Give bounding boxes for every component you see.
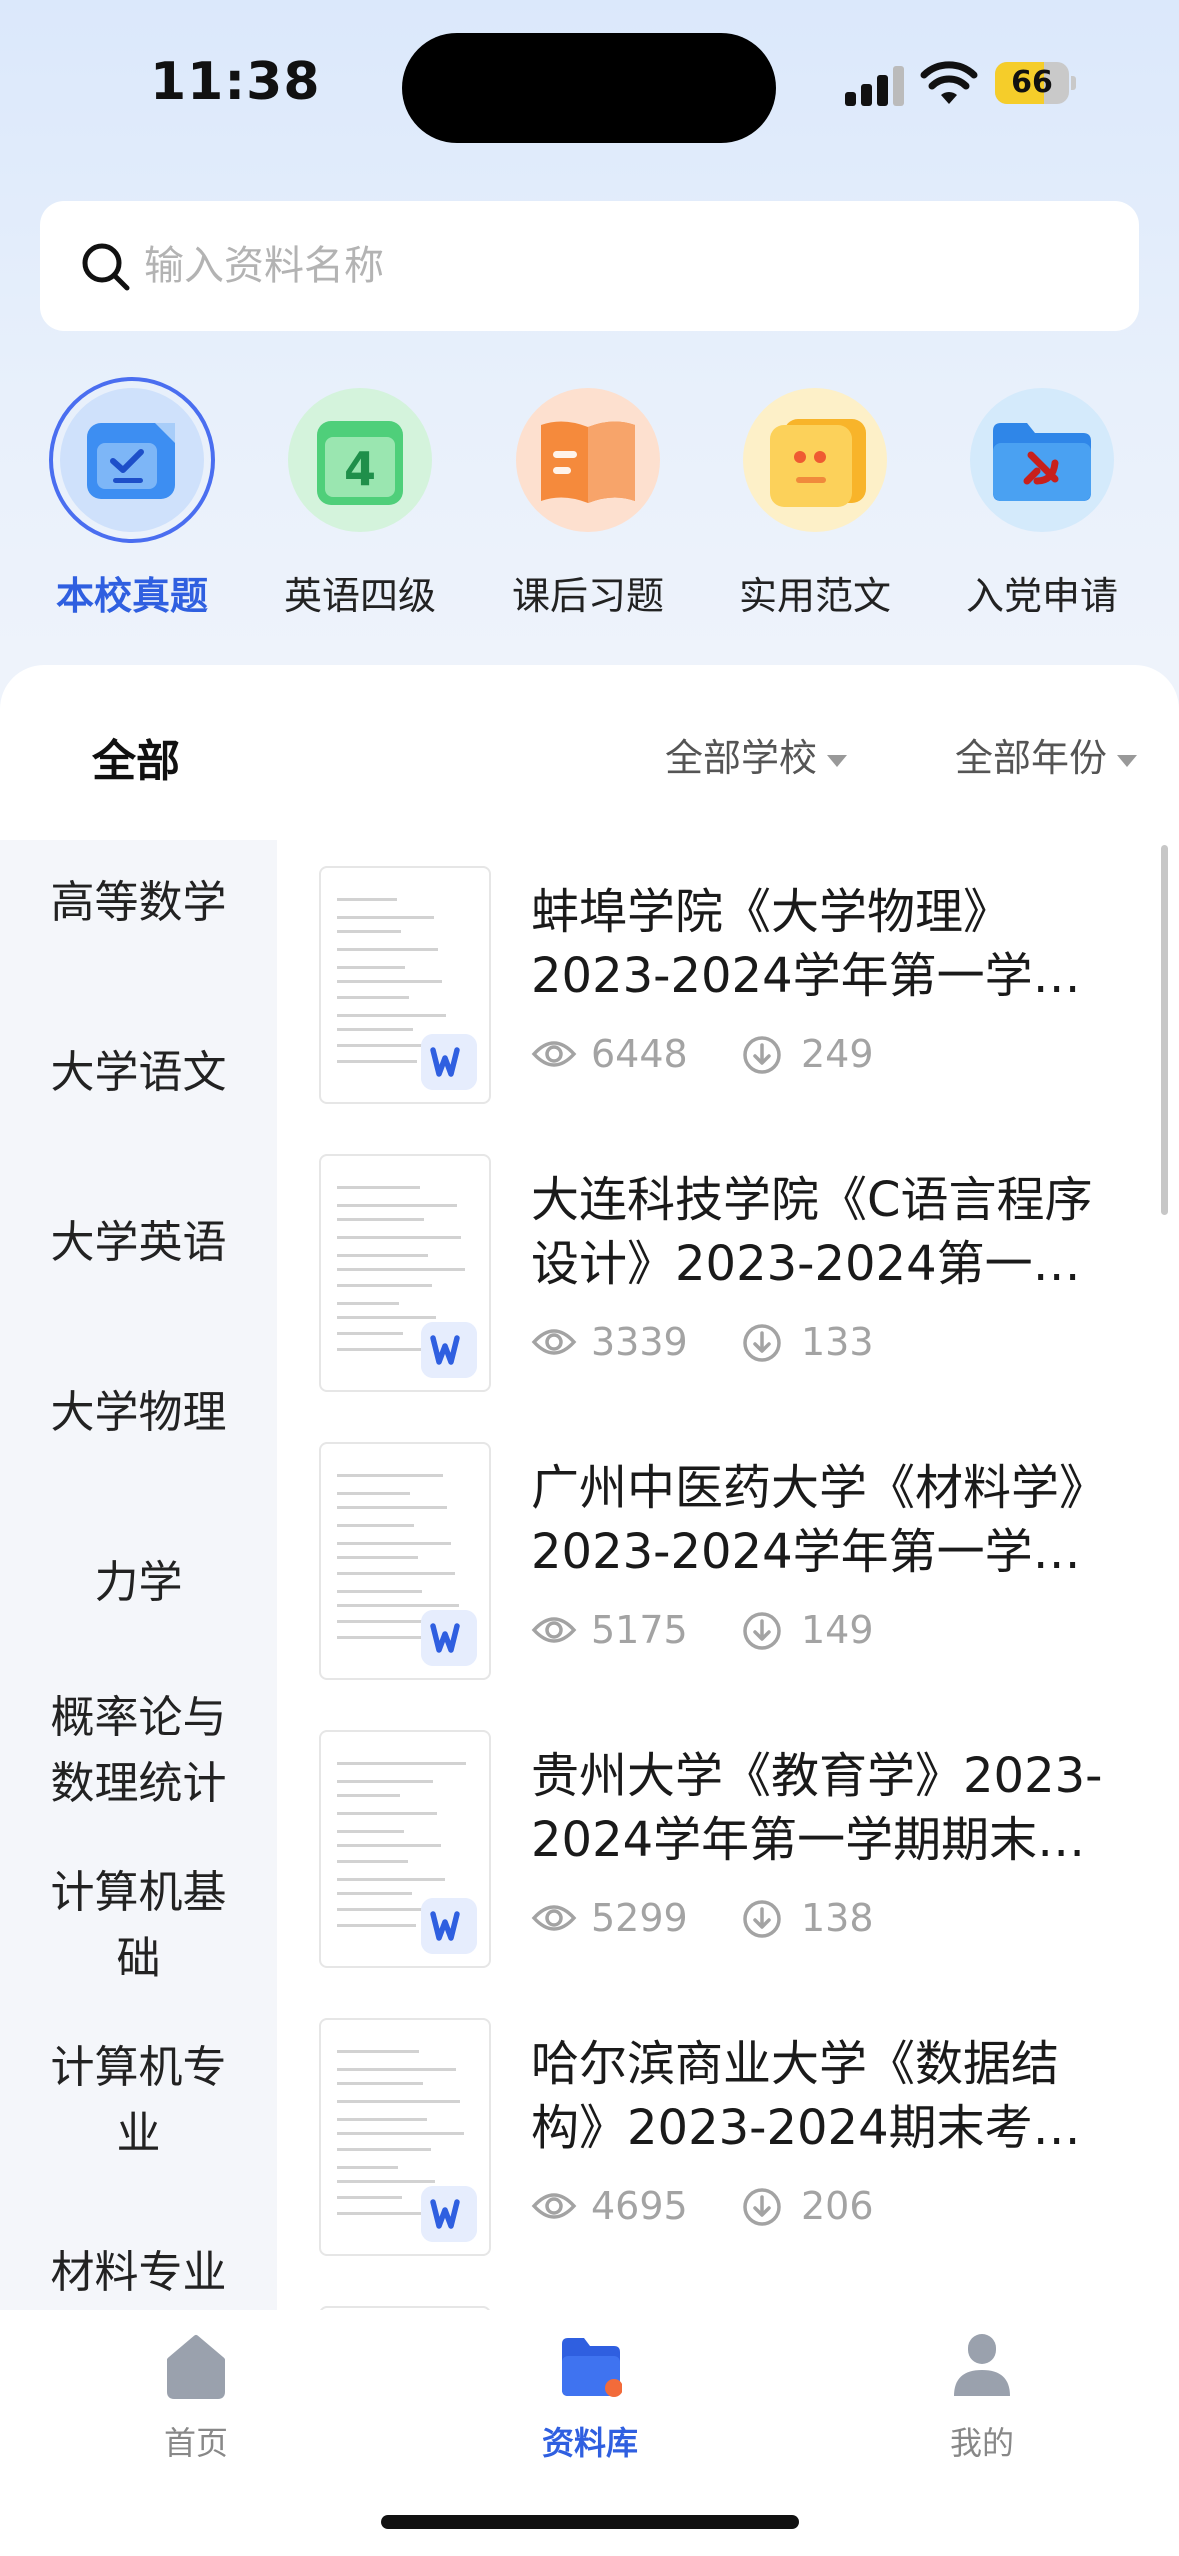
category-homework[interactable]: 课后习题 xyxy=(488,375,688,625)
battery-icon: 66 xyxy=(995,62,1076,104)
document-item[interactable] xyxy=(277,2300,1179,2310)
wifi-icon xyxy=(920,61,978,104)
tab-home[interactable]: 首页 xyxy=(76,2310,316,2510)
document-title: 大连科技学院《C语言程序 设计》2023-2024第一… xyxy=(531,1172,1093,1292)
sidebar-item-computer-major[interactable]: 计算机专 业 xyxy=(0,2035,277,2167)
document-list: 蚌埠学院《大学物理》 2023-2024学年第一学… 6448 249 大连科技学院《C… xyxy=(277,840,1179,2310)
status-time: 11:38 xyxy=(150,52,321,112)
caret-down-icon xyxy=(827,754,848,767)
tab-library[interactable]: 资料库 xyxy=(470,2310,710,2510)
word-file-icon xyxy=(421,1898,477,1954)
school-filter-dropdown[interactable]: 全部学校 xyxy=(665,727,848,782)
home-indicator xyxy=(381,2515,799,2529)
word-file-icon xyxy=(421,2186,477,2242)
document-thumbnail xyxy=(319,1730,491,1968)
category-row: 本校真题 4 英语四级 课后习题 实用范文 入党申请 xyxy=(0,375,1179,635)
quote-card-icon xyxy=(743,388,887,532)
sidebar-item-advanced-math[interactable]: 高等数学 xyxy=(0,870,277,936)
status-bar: 11:38 66 xyxy=(0,0,1179,170)
document-item[interactable]: 广州中医药大学《材料学》 2023-2024学年第一学… 5175 149 xyxy=(277,1436,1179,1724)
search-bar[interactable] xyxy=(40,201,1139,331)
document-thumbnail xyxy=(319,1154,491,1392)
sidebar-item-physics[interactable]: 大学物理 xyxy=(0,1380,277,1446)
dynamic-island xyxy=(402,33,776,143)
sidebar-item-probability[interactable]: 概率论与 数理统计 xyxy=(0,1685,277,1817)
document-thumbnail xyxy=(319,1442,491,1680)
category-party-application[interactable]: 入党申请 xyxy=(942,375,1142,625)
party-folder-icon xyxy=(970,388,1114,532)
list-scrollbar[interactable] xyxy=(1161,845,1168,1215)
person-icon xyxy=(954,2334,1010,2396)
filter-row: 全部 全部学校 全部年份 xyxy=(0,665,1179,840)
folder-icon xyxy=(562,2338,622,2397)
sidebar-item-materials[interactable]: 材料专业 xyxy=(0,2240,277,2306)
signal-icon xyxy=(845,64,905,106)
subject-sidebar: 高等数学 大学语文 大学英语 大学物理 力学 概率论与 数理统计 计算机基 础 … xyxy=(0,840,277,2310)
category-school-exams[interactable]: 本校真题 xyxy=(32,375,232,625)
sidebar-item-chinese[interactable]: 大学语文 xyxy=(0,1040,277,1106)
document-item[interactable]: 哈尔滨商业大学《数据结 构》2023-2024期末考… 4695 206 xyxy=(277,2012,1179,2300)
word-file-icon xyxy=(421,1322,477,1378)
category-sample-essays[interactable]: 实用范文 xyxy=(715,375,915,625)
document-thumbnail xyxy=(319,866,491,1104)
caret-down-icon xyxy=(1117,754,1138,767)
tab-me[interactable]: 我的 xyxy=(862,2310,1102,2510)
home-icon xyxy=(167,2335,225,2399)
document-item[interactable]: 贵州大学《教育学》2023- 2024学年第一学期期末… 5299 138 xyxy=(277,1724,1179,2012)
document-title: 哈尔滨商业大学《数据结 构》2023-2024期末考… xyxy=(531,2036,1081,2156)
word-file-icon xyxy=(421,1610,477,1666)
sidebar-item-english[interactable]: 大学英语 xyxy=(0,1210,277,1276)
checklist-doc-icon xyxy=(60,388,204,532)
search-icon xyxy=(82,243,130,291)
cet4-book-icon: 4 xyxy=(288,388,432,532)
document-item[interactable]: 大连科技学院《C语言程序 设计》2023-2024第一… 3339 133 xyxy=(277,1148,1179,1436)
content-panel: 全部 全部学校 全部年份 高等数学 大学语文 大学英语 大学物理 力学 概率论与… xyxy=(0,665,1179,2310)
open-book-icon xyxy=(516,388,660,532)
filter-all-tab[interactable]: 全部 xyxy=(92,725,180,789)
sidebar-item-mechanics[interactable]: 力学 xyxy=(0,1550,277,1616)
search-input[interactable] xyxy=(144,231,1044,301)
document-item[interactable]: 蚌埠学院《大学物理》 2023-2024学年第一学… 6448 249 xyxy=(277,860,1179,1148)
category-cet4[interactable]: 4 英语四级 xyxy=(260,375,460,625)
word-file-icon xyxy=(421,1034,477,1090)
document-title: 广州中医药大学《材料学》 2023-2024学年第一学… xyxy=(531,1460,1108,1580)
document-thumbnail xyxy=(319,2018,491,2256)
document-title: 贵州大学《教育学》2023- 2024学年第一学期期末… xyxy=(531,1748,1103,1868)
battery-level: 66 xyxy=(1011,65,1053,100)
year-filter-dropdown[interactable]: 全部年份 xyxy=(955,727,1138,782)
document-title: 蚌埠学院《大学物理》 2023-2024学年第一学… xyxy=(531,884,1081,1004)
svg-text:4: 4 xyxy=(344,442,376,496)
sidebar-item-computer-basics[interactable]: 计算机基 础 xyxy=(0,1860,277,1992)
